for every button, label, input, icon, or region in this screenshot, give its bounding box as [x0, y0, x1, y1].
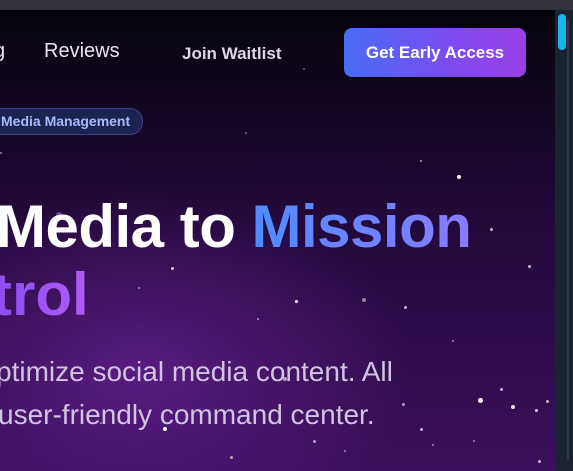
- star: [402, 403, 405, 406]
- hero-description-line1: ptimize social media content. All: [0, 356, 393, 387]
- star: [420, 160, 422, 162]
- star: [404, 306, 407, 309]
- star: [535, 409, 538, 412]
- hero-headline: Media to Mission: [0, 193, 472, 260]
- star: [452, 340, 454, 342]
- nav-link-reviews[interactable]: Reviews: [44, 40, 120, 63]
- star: [138, 287, 140, 289]
- headline-text-gradient: Mission: [251, 193, 472, 260]
- star: [420, 428, 423, 431]
- browser-top-strip: [0, 0, 573, 10]
- star: [432, 444, 434, 446]
- page-viewport: g Reviews Join Waitlist Get Early Access…: [0, 10, 555, 471]
- scrollbar-rail: [567, 20, 569, 460]
- star: [344, 450, 346, 452]
- scrollbar-thumb[interactable]: [558, 14, 566, 50]
- star: [490, 228, 493, 231]
- star: [303, 68, 305, 70]
- nav-link-partial[interactable]: g: [0, 40, 5, 63]
- star: [528, 265, 531, 268]
- category-badge: Media Management: [0, 108, 144, 135]
- star: [0, 152, 2, 154]
- star: [230, 456, 233, 459]
- get-early-access-button[interactable]: Get Early Access: [344, 28, 526, 77]
- star: [473, 440, 475, 442]
- star: [500, 388, 503, 391]
- star: [295, 300, 298, 303]
- hero-description-line2: user-friendly command center.: [0, 399, 375, 430]
- hero-headline-line2: trol: [0, 262, 89, 328]
- scrollbar[interactable]: [555, 10, 573, 471]
- star: [313, 440, 316, 443]
- star: [362, 298, 366, 302]
- star: [511, 405, 515, 409]
- star: [478, 398, 483, 403]
- nav-link-join-waitlist[interactable]: Join Waitlist: [182, 44, 282, 64]
- star: [245, 132, 247, 134]
- star: [546, 400, 549, 403]
- star: [171, 267, 174, 270]
- star: [257, 318, 259, 320]
- headline-text-white: Media to: [0, 193, 252, 260]
- star: [538, 460, 541, 463]
- star: [457, 175, 461, 179]
